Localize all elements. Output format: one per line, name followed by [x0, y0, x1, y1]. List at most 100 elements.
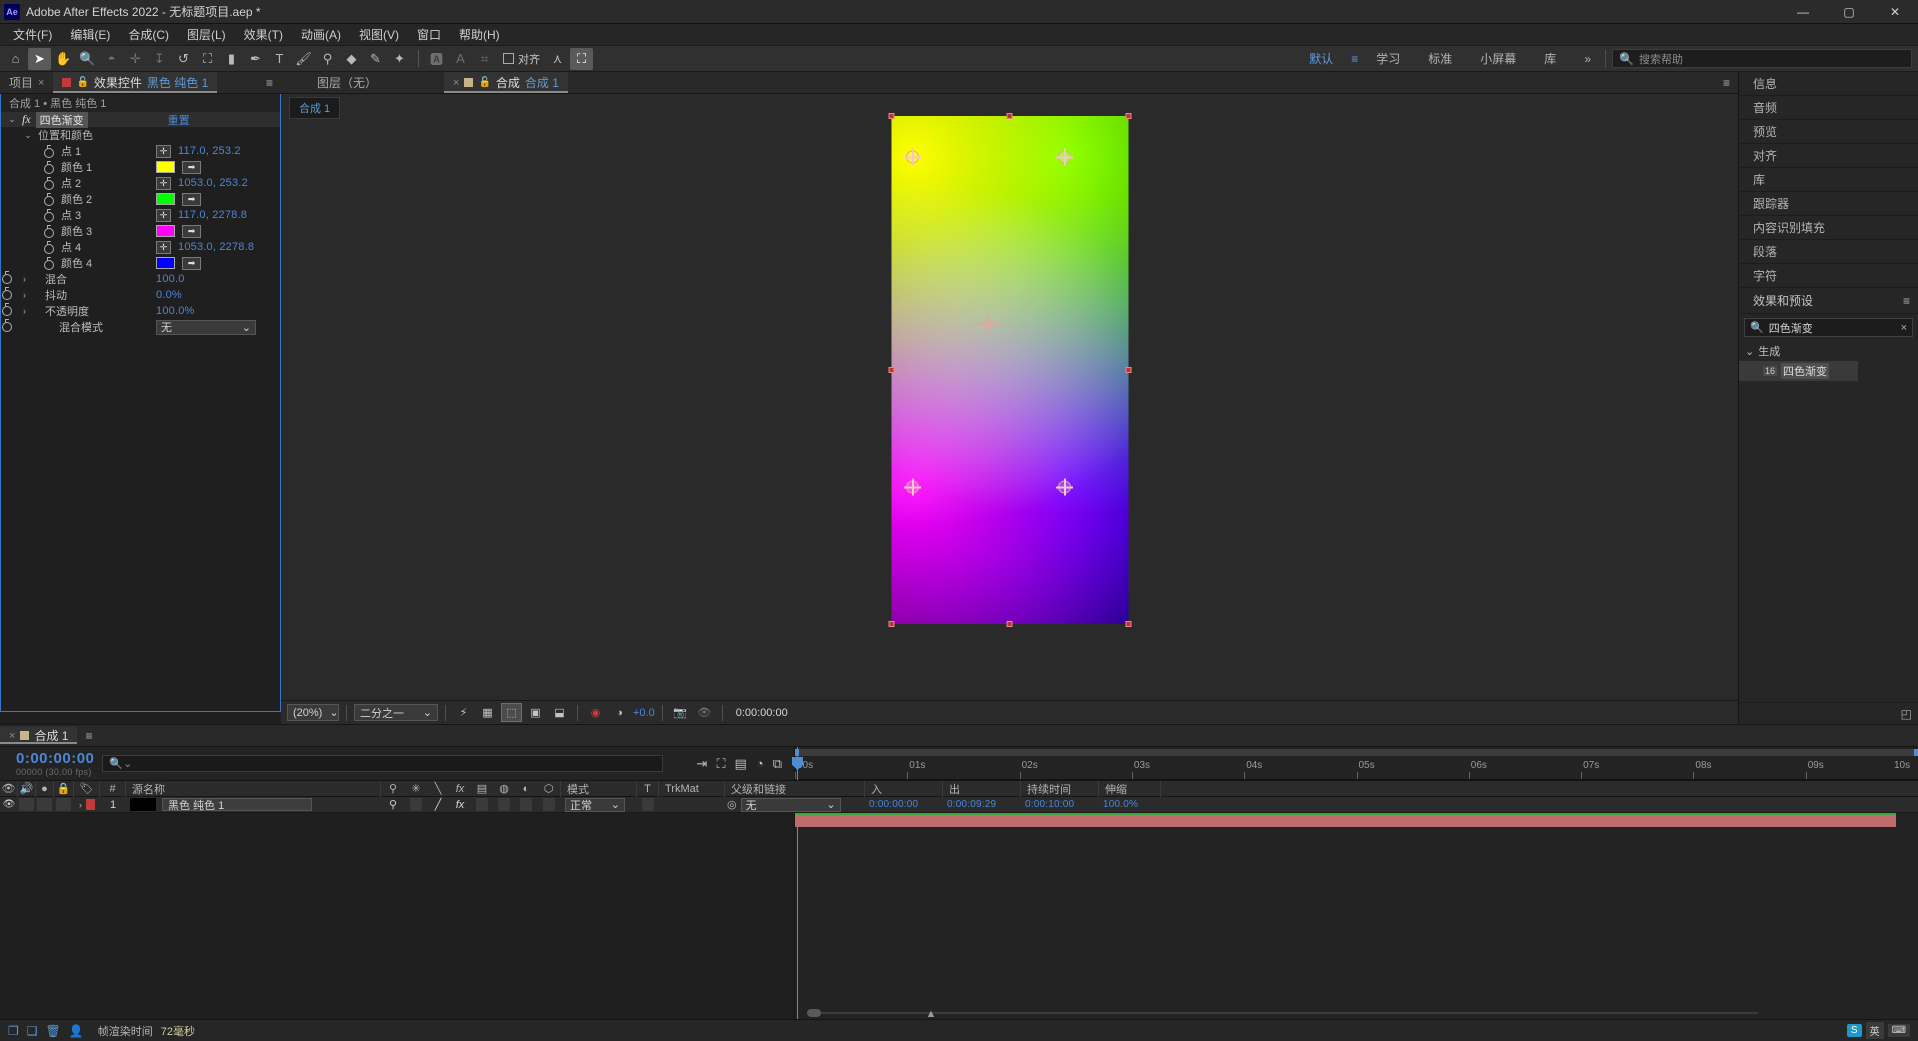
layer-trkmat-cell[interactable]	[659, 797, 725, 813]
stopwatch-icon[interactable]	[43, 241, 55, 254]
workspace-4[interactable]: 库	[1530, 46, 1570, 72]
col-collapse-icon[interactable]: ✳	[405, 781, 427, 797]
layer-effects-icon[interactable]: fx	[449, 797, 471, 813]
layer-audio-toggle[interactable]	[18, 797, 36, 813]
stopwatch-icon[interactable]	[43, 177, 55, 190]
exposure-icon[interactable]: ◑	[609, 703, 630, 722]
sidebar-panel-0[interactable]: 信息	[1739, 72, 1918, 96]
menu-item-5[interactable]: 动画(A)	[292, 24, 350, 45]
mask-view-icon[interactable]: ▣	[525, 703, 546, 722]
col-parent-link[interactable]: 父级和链接	[725, 780, 865, 797]
composition-mini-flowchart-icon[interactable]: ⇥	[697, 756, 708, 772]
sidebar-panel-6[interactable]: 内容识别填充	[1739, 216, 1918, 240]
new-folder-icon[interactable]: ❑	[27, 1024, 38, 1038]
point-picker-icon[interactable]: ✛	[156, 176, 171, 190]
property-value[interactable]: 117.0, 2278.8	[178, 209, 247, 221]
layer-adjustment-toggle[interactable]	[515, 797, 537, 813]
tab-composition-close-icon[interactable]: ×	[453, 77, 459, 89]
gradient-point-2-handle[interactable]	[1055, 148, 1073, 166]
layer-in-point[interactable]: 0:00:00:00	[865, 797, 943, 813]
property-value[interactable]: 117.0, 253.2	[178, 145, 241, 157]
layer-mode-select[interactable]: 正常 ⌄	[565, 797, 625, 812]
roto-brush-tool[interactable]: ✎	[364, 48, 387, 70]
tab-project-close-icon[interactable]: ×	[38, 77, 44, 89]
col-shy-icon[interactable]: ⚲	[381, 781, 405, 797]
maximize-button[interactable]: ▢	[1826, 0, 1872, 24]
selection-handle[interactable]	[888, 621, 894, 627]
slider-value[interactable]: 100.0	[156, 273, 185, 285]
pickwhip-icon[interactable]: ◎	[727, 798, 737, 811]
zoom-out-icon[interactable]: ▲	[923, 1008, 939, 1020]
home-icon[interactable]: ⌂	[4, 48, 27, 70]
timeline-cti-line[interactable]	[797, 813, 798, 1019]
layer-video-toggle[interactable]: 👁	[0, 797, 18, 813]
blend-mode-select[interactable]: 无 ⌄	[156, 319, 256, 335]
stopwatch-icon[interactable]	[43, 161, 55, 174]
point-picker-icon[interactable]: ✛	[156, 144, 171, 158]
point-picker-icon[interactable]: ✛	[156, 208, 171, 222]
group-twirl-icon[interactable]: ⌄	[23, 130, 33, 141]
stopwatch-icon[interactable]	[43, 145, 55, 158]
property-value[interactable]: 1053.0, 253.2	[178, 177, 248, 189]
user-icon[interactable]: 👤	[69, 1024, 84, 1038]
effect-twirl-icon[interactable]: ⌄	[7, 114, 17, 125]
sidebar-panel-1[interactable]: 音频	[1739, 96, 1918, 120]
selection-handle[interactable]	[1006, 113, 1013, 119]
ime-options-icon[interactable]: ⌨	[1887, 1024, 1910, 1037]
snapshot-icon[interactable]: 📷	[670, 703, 691, 722]
workspace-2[interactable]: 标准	[1414, 46, 1466, 72]
effects-category-generate[interactable]: ⌄ 生成	[1739, 341, 1918, 361]
col-t[interactable]: T	[637, 780, 659, 797]
col-lock-icon[interactable]: 🔒	[54, 780, 74, 797]
composition-canvas-area[interactable]: 合成 1	[281, 94, 1738, 700]
zoom-tool[interactable]: 🔍	[76, 48, 99, 70]
anchor-point-icon[interactable]	[978, 314, 999, 335]
menu-item-6[interactable]: 视图(V)	[350, 24, 408, 45]
property-value[interactable]: 1053.0, 2278.8	[178, 241, 254, 253]
composition-subtab[interactable]: 合成 1	[289, 97, 341, 119]
selection-handle[interactable]	[1125, 113, 1131, 119]
menu-item-7[interactable]: 窗口	[408, 24, 450, 45]
snapping-toggle[interactable]: 对齐	[497, 51, 546, 67]
layer-source-name-cell[interactable]: 黑色 纯色 1	[126, 797, 381, 813]
table-row[interactable]: 👁 › 1 黑色 纯色 1 ⚲ ╱ fx 正常 ⌄ ◎ 无 ⌄ 0:00:00:…	[0, 797, 1918, 813]
eyedropper-icon[interactable]: ➡	[182, 224, 201, 238]
eraser-tool[interactable]: ◆	[340, 48, 363, 70]
help-search-input[interactable]: 🔍 搜索帮助	[1612, 49, 1912, 68]
transparency-grid-icon[interactable]: ▦	[477, 703, 498, 722]
brush-tool[interactable]: 🖌	[292, 48, 315, 70]
layer-motion-blur-toggle[interactable]	[493, 797, 515, 813]
graph-editor-icon[interactable]: ◔	[756, 756, 764, 771]
layer-3d-toggle[interactable]	[537, 797, 561, 813]
layer-shy-icon[interactable]: ⚲	[381, 797, 405, 813]
col-label-icon[interactable]: 🏷	[74, 780, 100, 797]
tab-composition[interactable]: × 🔓 合成 合成 1	[444, 72, 568, 93]
timeline-tab-close-icon[interactable]: ×	[9, 730, 15, 742]
stopwatch-icon[interactable]	[43, 225, 55, 238]
timeline-horizontal-scrollbar[interactable]: ▲	[795, 1007, 1918, 1020]
timeline-search-input[interactable]: 🔍⌄	[102, 755, 663, 772]
region-of-interest[interactable]: ⛶	[570, 47, 593, 70]
col-quality-icon[interactable]: ╲	[427, 781, 449, 797]
selection-handle[interactable]	[888, 113, 894, 119]
fast-preview-icon[interactable]: ⚡	[453, 703, 474, 722]
slider-twirl-icon[interactable]: ›	[23, 306, 33, 316]
slider-twirl-icon[interactable]: ›	[23, 290, 33, 300]
current-time-indicator[interactable]	[792, 747, 803, 780]
layer-parent-select[interactable]: 无 ⌄	[740, 797, 841, 812]
layer-duration-bar[interactable]	[795, 813, 1896, 827]
layer-frame-blend-toggle[interactable]	[471, 797, 493, 813]
resolution-select[interactable]: 二分之一 ⌄	[354, 704, 438, 721]
rectangle-tool[interactable]: ▮	[220, 48, 243, 70]
col-out[interactable]: 出	[943, 780, 1021, 797]
layer-parent-cell[interactable]: ◎ 无 ⌄	[725, 797, 865, 813]
gradient-point-1-handle[interactable]	[903, 148, 921, 166]
sidebar-panel-2[interactable]: 预览	[1739, 120, 1918, 144]
layer-duration[interactable]: 0:00:10:00	[1021, 797, 1099, 813]
menu-item-0[interactable]: 文件(F)	[4, 24, 61, 45]
puppet-pin-tool[interactable]: ✦	[388, 48, 411, 70]
col-stretch[interactable]: 伸缩	[1099, 780, 1161, 797]
sidebar-panel-8[interactable]: 字符	[1739, 264, 1918, 288]
snap-checkbox-icon[interactable]	[503, 53, 514, 64]
col-motion-blur-icon[interactable]: ◍	[493, 781, 515, 797]
